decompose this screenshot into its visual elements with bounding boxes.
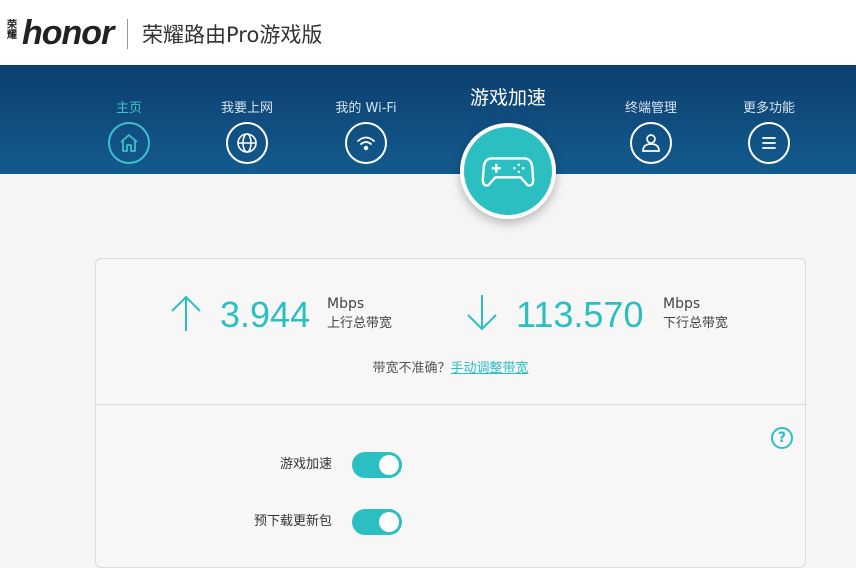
user-icon bbox=[630, 122, 672, 164]
hint-text: 带宽不准确？ bbox=[372, 361, 451, 376]
nav-game-accel-label: 游戏加速 bbox=[469, 87, 546, 109]
game-accel-row: 游戏加速 bbox=[96, 452, 426, 478]
nav-home-label: 主页 bbox=[115, 101, 142, 116]
nav-devices-label: 终端管理 bbox=[624, 101, 677, 116]
nav-game-accel[interactable]: 游戏加速 bbox=[458, 65, 558, 219]
download-value: 113.570 bbox=[516, 294, 644, 335]
download-desc: 下行总带宽 bbox=[663, 316, 729, 331]
header-divider bbox=[127, 19, 128, 49]
download-arrow-icon bbox=[467, 295, 497, 331]
toggle-knob bbox=[379, 512, 399, 532]
upload-value: 3.944 bbox=[220, 294, 311, 335]
menu-icon bbox=[748, 122, 790, 164]
upload-arrow-icon bbox=[171, 295, 201, 331]
upload-desc: 上行总带宽 bbox=[327, 316, 393, 331]
wifi-icon bbox=[345, 122, 387, 164]
preload-update-row: 预下载更新包 bbox=[96, 509, 426, 535]
home-icon bbox=[108, 122, 150, 164]
nav-wifi-label: 我的 Wi-Fi bbox=[335, 101, 397, 116]
preload-update-label: 预下载更新包 bbox=[253, 514, 332, 529]
preload-update-toggle[interactable] bbox=[352, 509, 402, 535]
game-accel-toggle[interactable] bbox=[352, 452, 402, 478]
bandwidth-hint: 带宽不准确？手动调整带宽 bbox=[96, 359, 805, 379]
logo-chinese: 荣耀 bbox=[7, 20, 17, 41]
toggle-knob bbox=[379, 455, 399, 475]
top-header: 荣耀 honor 荣耀路由Pro游戏版 bbox=[0, 0, 856, 65]
nav-wifi[interactable]: 我的 Wi-Fi bbox=[316, 65, 416, 164]
adjust-bandwidth-link[interactable]: 手动调整带宽 bbox=[451, 361, 529, 376]
panel-divider bbox=[96, 404, 805, 405]
download-bandwidth: 113.570 Mbps 下行总带宽 bbox=[464, 289, 764, 339]
upload-unit: Mbps bbox=[327, 296, 365, 312]
nav-more[interactable]: 更多功能 bbox=[719, 65, 819, 164]
honor-logo: honor bbox=[22, 14, 114, 52]
app-title: 荣耀路由Pro游戏版 bbox=[142, 23, 323, 47]
nav-devices[interactable]: 终端管理 bbox=[601, 65, 701, 164]
help-icon[interactable]: ? bbox=[771, 427, 793, 449]
nav-home[interactable]: 主页 bbox=[79, 65, 179, 164]
gamepad-icon bbox=[460, 123, 556, 219]
nav-internet-label: 我要上网 bbox=[220, 101, 273, 116]
globe-icon bbox=[226, 122, 268, 164]
game-accel-label: 游戏加速 bbox=[279, 457, 332, 472]
main-nav: 主页 我要上网 我的 Wi-Fi 游戏加速 终端管理 更多功能 bbox=[0, 65, 856, 219]
nav-more-label: 更多功能 bbox=[742, 101, 795, 116]
bandwidth-panel: 3.944 Mbps 上行总带宽 113.570 Mbps 下行总带宽 带宽不准… bbox=[95, 258, 806, 568]
nav-internet[interactable]: 我要上网 bbox=[197, 65, 297, 164]
download-unit: Mbps bbox=[663, 296, 701, 312]
upload-bandwidth: 3.944 Mbps 上行总带宽 bbox=[168, 289, 438, 339]
